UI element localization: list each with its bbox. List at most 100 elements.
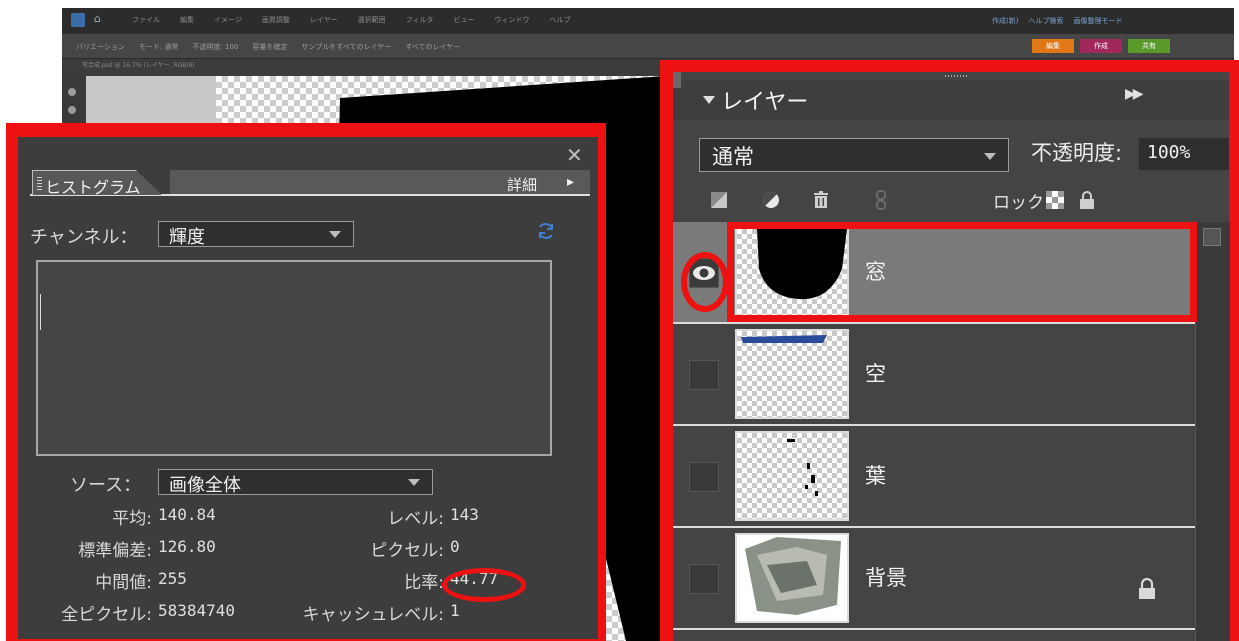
menu-adjust[interactable]: 画質調整	[262, 15, 290, 25]
layer-name: 空	[865, 362, 886, 386]
create-link[interactable]: 作成(新)	[992, 16, 1018, 26]
percentile-label: 比率:	[404, 573, 444, 593]
menu-file[interactable]: ファイル	[132, 15, 160, 25]
scrollbar[interactable]	[1195, 222, 1230, 641]
panel-grip-icon[interactable]	[673, 72, 681, 88]
option-all-layers[interactable]: すべてのレイヤー	[405, 42, 460, 52]
layers-panel: レイヤー ▶▶ 通常 不透明度: 100% ロック: 窓 空 葉 背景	[673, 72, 1230, 641]
visibility-toggle[interactable]	[689, 462, 719, 492]
opacity-value: 100%	[1147, 142, 1191, 163]
percentile-highlight-circle	[442, 568, 526, 602]
eye-highlight-circle	[681, 252, 729, 312]
pixel-count-label: ピクセル:	[370, 541, 444, 561]
layer-thumbnail	[735, 533, 849, 623]
channel-dropdown[interactable]: 輝度	[158, 221, 354, 248]
layer-row-sky[interactable]: 空	[673, 324, 1195, 426]
mean-value: 140.84	[158, 505, 216, 524]
median-value: 255	[158, 569, 187, 588]
menu-items: ファイル 編集 イメージ 画質調整 レイヤー 選択範囲 フィルタ ビュー ウィン…	[132, 15, 571, 25]
chevron-down-icon	[408, 479, 420, 486]
organizer-link[interactable]: 画像整理モード	[1073, 16, 1122, 26]
menu-layer[interactable]: レイヤー	[310, 15, 338, 25]
chevron-down-icon	[984, 153, 996, 160]
trash-icon[interactable]	[811, 190, 831, 210]
new-layer-icon[interactable]	[709, 190, 729, 210]
menu-window[interactable]: ウィンドウ	[495, 15, 530, 25]
channel-dropdown-value: 輝度	[169, 227, 205, 248]
source-dropdown[interactable]: 画像全体	[158, 469, 433, 496]
menu-help[interactable]: ヘルプ	[550, 15, 571, 25]
app-logo-icon	[71, 13, 85, 27]
tool-icon[interactable]	[68, 88, 76, 96]
histogram-tab-bar: ヒストグラム 詳細 ▸	[30, 170, 590, 196]
option-mode[interactable]: モード: 通常	[139, 42, 179, 52]
scroll-up-arrow-icon[interactable]	[1203, 228, 1221, 246]
cache-level-value: 1	[450, 601, 460, 620]
layer-row-background[interactable]: 背景	[673, 528, 1195, 630]
tool-icon[interactable]	[68, 106, 76, 114]
menu-bar: ⌂ ファイル 編集 イメージ 画質調整 レイヤー 選択範囲 フィルタ ビュー ウ…	[62, 8, 1234, 34]
opacity-label: 不透明度:	[1031, 141, 1123, 165]
tab-histogram-label: ヒストグラム	[45, 178, 141, 197]
total-pixels-label: 全ピクセル:	[61, 605, 152, 625]
level-label: レベル:	[387, 509, 444, 529]
visibility-toggle[interactable]	[689, 360, 719, 390]
mean-label: 平均:	[112, 509, 152, 529]
layer-photo-shape	[745, 537, 841, 615]
menu-image[interactable]: イメージ	[214, 15, 242, 25]
close-icon[interactable]: ✕	[566, 145, 583, 165]
refresh-icon[interactable]	[536, 221, 556, 241]
std-label: 標準偏差:	[78, 541, 152, 561]
menu-filter[interactable]: フィルタ	[406, 15, 434, 25]
detail-button[interactable]: 詳細	[507, 174, 537, 195]
options-bar: バリエーション モード: 通常 不透明度: 100 容量を確定 サンプルをすべて…	[62, 34, 1234, 59]
layer-row-leaves[interactable]: 葉	[673, 426, 1195, 528]
option-opacity[interactable]: 不透明度: 100	[192, 42, 238, 52]
home-icon[interactable]: ⌂	[94, 13, 106, 25]
blend-mode-dropdown[interactable]: 通常	[699, 138, 1009, 172]
layer-thumbnail	[735, 431, 849, 521]
option-confirm[interactable]: 容量を確定	[252, 42, 287, 52]
drag-handle-icon[interactable]	[945, 75, 969, 77]
layer-name: 葉	[865, 464, 886, 488]
help-search-link[interactable]: ヘルプ検索	[1028, 16, 1063, 26]
mode-create-button[interactable]: 作成	[1080, 39, 1122, 53]
layer-sky-shape	[741, 335, 827, 343]
grip-icon[interactable]	[37, 176, 42, 190]
adjustment-layer-icon[interactable]	[761, 190, 781, 210]
mode-edit-button[interactable]: 編集	[1032, 39, 1074, 53]
play-arrow-icon[interactable]: ▸	[567, 174, 574, 190]
lock-transparency-icon[interactable]	[1045, 190, 1065, 210]
collapse-triangle-icon[interactable]	[703, 96, 715, 104]
layer-thumbnail	[735, 329, 849, 419]
lock-all-icon[interactable]	[1077, 190, 1097, 210]
link-icon[interactable]	[871, 190, 891, 210]
source-label: ソース：	[70, 475, 142, 496]
selected-layer-highlight	[727, 222, 1197, 322]
blend-mode-value: 通常	[712, 145, 754, 169]
menu-select[interactable]: 選択範囲	[358, 15, 386, 25]
document-title: 窓合成.psd @ 16.7% (レイヤー, RGB/8)	[82, 62, 195, 69]
channel-label: チャンネル：	[30, 227, 138, 248]
chevron-down-icon	[329, 231, 341, 238]
layer-name: 背景	[865, 566, 907, 590]
layers-title: レイヤー	[721, 90, 809, 115]
layer-leaves-shape	[787, 439, 818, 496]
option-variation[interactable]: バリエーション	[76, 42, 125, 52]
menu-view[interactable]: ビュー	[454, 15, 475, 25]
histogram-graph[interactable]	[36, 260, 552, 456]
pixel-count-value: 0	[450, 537, 460, 556]
opacity-input[interactable]: 100%	[1139, 138, 1229, 170]
total-pixels-value: 58384740	[158, 601, 236, 620]
median-label: 中間値:	[95, 573, 152, 593]
panel-menu-icon[interactable]: ▶▶	[1125, 86, 1143, 102]
lock-icon	[1139, 578, 1155, 599]
cache-level-label: キャッシュレベル:	[302, 605, 444, 625]
menu-edit[interactable]: 編集	[180, 15, 194, 25]
lock-label: ロック:	[993, 193, 1050, 213]
visibility-toggle[interactable]	[689, 564, 719, 594]
option-sample[interactable]: サンプルをすべてのレイヤー	[301, 42, 391, 52]
mode-share-button[interactable]: 共有	[1128, 39, 1170, 53]
tab-histogram[interactable]: ヒストグラム	[32, 170, 162, 195]
std-value: 126.80	[158, 537, 216, 556]
